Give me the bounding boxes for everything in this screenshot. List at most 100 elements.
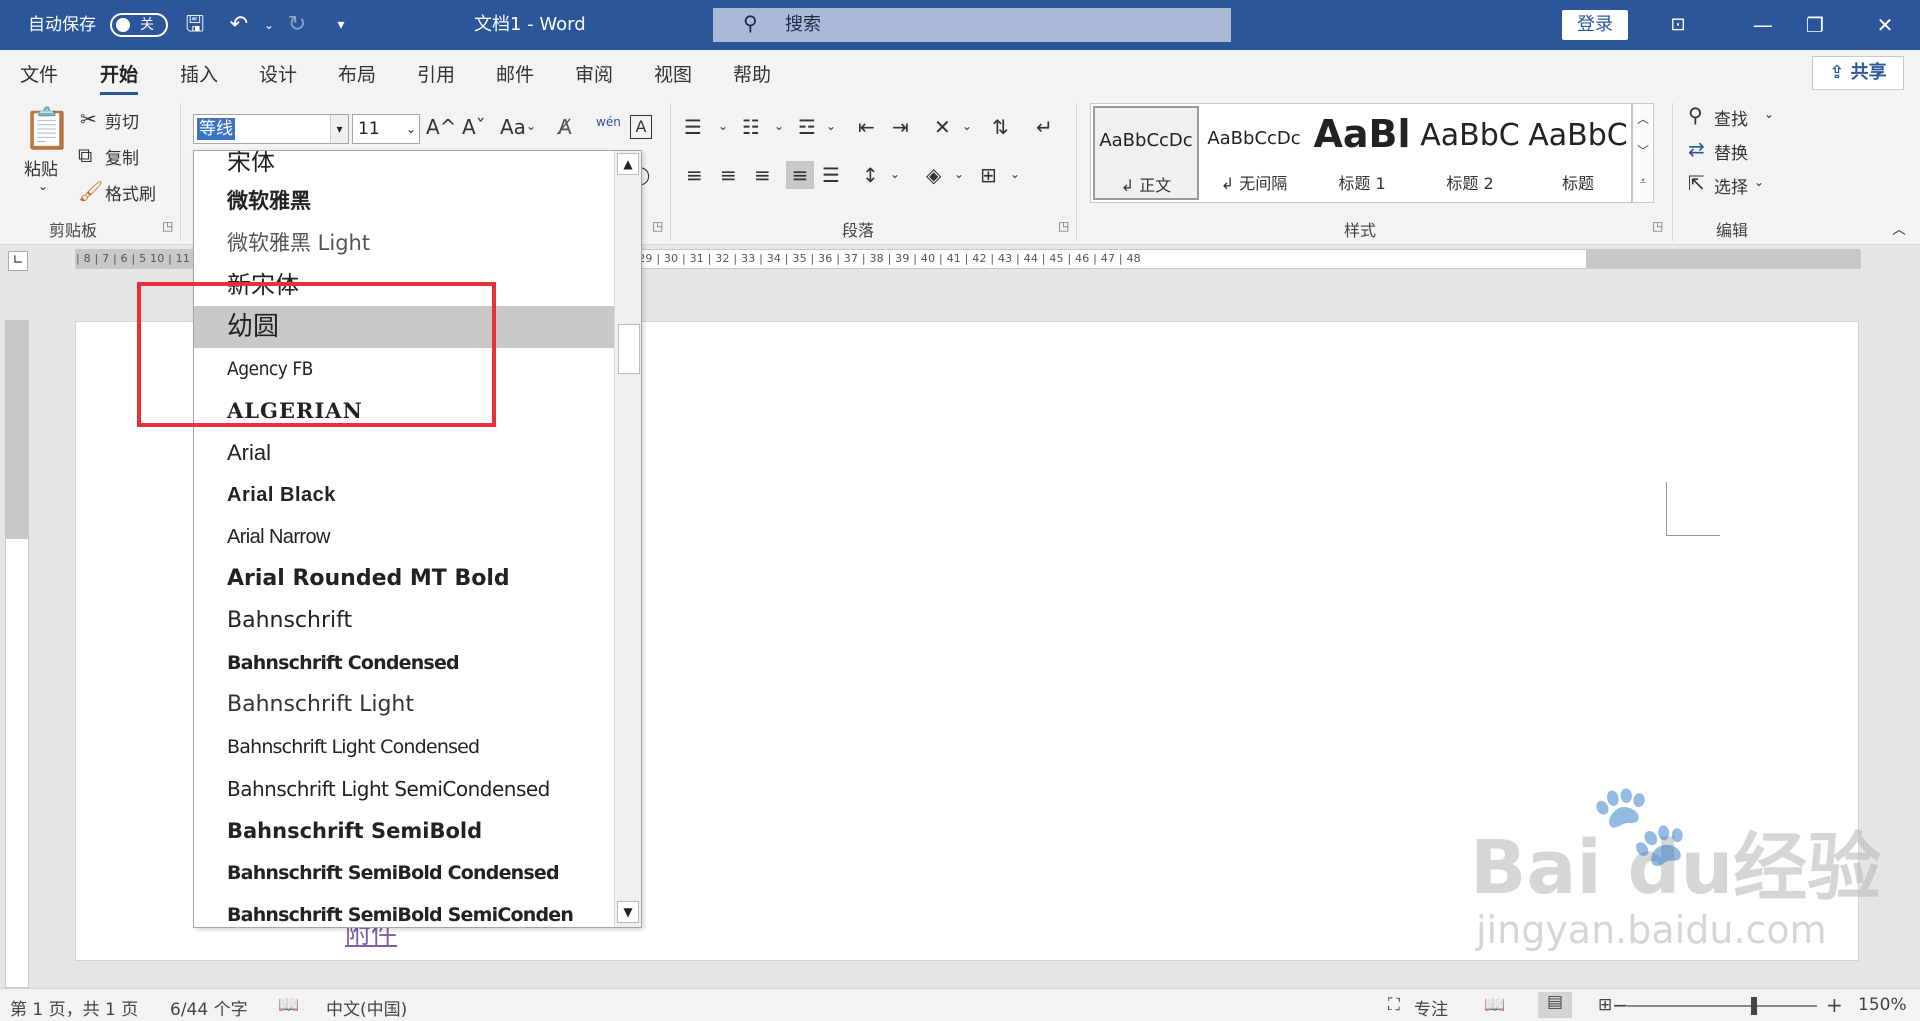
- read-mode-icon[interactable]: 📖: [1484, 995, 1505, 1015]
- tab-file[interactable]: 文件: [20, 60, 58, 87]
- redo-icon[interactable]: ↻: [284, 12, 310, 38]
- multilevel-list-icon[interactable]: ☲: [798, 115, 816, 139]
- share-button[interactable]: ⇪ 共享: [1812, 56, 1904, 90]
- focus-icon[interactable]: ⛶: [1388, 995, 1400, 1015]
- increase-indent-icon[interactable]: ⇥: [892, 115, 909, 139]
- page-count[interactable]: 第 1 页，共 1 页: [10, 995, 138, 1020]
- tab-view[interactable]: 视图: [654, 60, 692, 87]
- character-border-icon[interactable]: A: [630, 115, 652, 139]
- zoom-slider-thumb[interactable]: [1751, 997, 1757, 1015]
- font-option[interactable]: Bahnschrift SemiBold Condensed: [194, 852, 614, 894]
- font-option[interactable]: Bahnschrift Light Condensed: [194, 726, 614, 768]
- collapse-ribbon-icon[interactable]: ︿: [1892, 219, 1906, 239]
- zoom-level[interactable]: 150%: [1858, 995, 1907, 1015]
- chevron-down-icon[interactable]: ⌄: [1754, 175, 1764, 189]
- show-marks-icon[interactable]: ↵: [1036, 115, 1053, 139]
- chevron-down-icon[interactable]: ⌄: [406, 115, 416, 143]
- font-option[interactable]: Bahnschrift SemiBold: [194, 810, 614, 852]
- font-option[interactable]: Bahnschrift Condensed: [194, 642, 614, 684]
- align-right-icon[interactable]: ≡: [754, 163, 771, 187]
- style-heading-1[interactable]: AaBl 标题 1: [1309, 106, 1415, 200]
- shrink-font-icon[interactable]: Aˇ: [462, 115, 486, 139]
- cut-icon[interactable]: ✂: [80, 107, 97, 131]
- phonetic-guide-icon[interactable]: wén: [596, 115, 621, 129]
- shading-icon[interactable]: ◈: [926, 163, 941, 187]
- paste-dropdown-icon[interactable]: ⌄: [38, 179, 48, 193]
- chevron-down-icon[interactable]: ▾: [330, 115, 348, 143]
- undo-dropdown-icon[interactable]: ⌄: [256, 12, 282, 38]
- tab-design[interactable]: 设计: [259, 60, 297, 87]
- font-option[interactable]: 微软雅黑: [194, 180, 614, 222]
- focus-label[interactable]: 专注: [1414, 995, 1448, 1020]
- styles-launcher-icon[interactable]: ◳: [1652, 219, 1663, 233]
- cut-label[interactable]: 剪切: [105, 108, 139, 133]
- web-layout-icon[interactable]: ⊞: [1598, 995, 1612, 1015]
- line-spacing-icon[interactable]: ↕: [862, 163, 879, 187]
- numbering-icon[interactable]: ☷: [742, 115, 760, 139]
- word-count[interactable]: 6/44 个字: [170, 995, 248, 1020]
- proofing-icon[interactable]: 📖: [278, 995, 299, 1015]
- grow-font-icon[interactable]: A^: [426, 115, 456, 139]
- font-launcher-icon[interactable]: ◳: [652, 219, 663, 233]
- tab-help[interactable]: 帮助: [733, 60, 771, 87]
- align-left-icon[interactable]: ≡: [686, 163, 703, 187]
- align-center-icon[interactable]: ≡: [720, 163, 737, 187]
- chevron-up-icon[interactable]: ︿: [1633, 110, 1653, 127]
- decrease-indent-icon[interactable]: ⇤: [858, 115, 875, 139]
- scroll-down-icon[interactable]: ▼: [617, 901, 639, 923]
- autosave-toggle[interactable]: 关: [110, 13, 168, 37]
- format-painter-label[interactable]: 格式刷: [105, 180, 156, 205]
- font-option[interactable]: 微软雅黑 Light: [194, 222, 614, 264]
- close-icon[interactable]: ✕: [1860, 0, 1910, 50]
- font-option[interactable]: 宋体: [194, 151, 614, 183]
- justify-icon[interactable]: ≡: [786, 161, 814, 189]
- tab-references[interactable]: 引用: [417, 60, 455, 87]
- borders-icon[interactable]: ⊞: [980, 163, 997, 187]
- search-box[interactable]: ⚲ 搜索: [713, 8, 1231, 42]
- find-label[interactable]: 查找: [1714, 105, 1748, 130]
- chevron-down-icon[interactable]: ⌄: [826, 119, 836, 133]
- style-title[interactable]: AaBbC 标题: [1525, 106, 1631, 200]
- paste-label[interactable]: 粘贴: [24, 155, 58, 180]
- chevron-down-icon[interactable]: ﹀: [1633, 142, 1653, 159]
- font-name-combobox[interactable]: 等线 ▾: [193, 114, 349, 144]
- chevron-down-icon[interactable]: ⌄: [1764, 107, 1774, 121]
- style-no-spacing[interactable]: AaBbCcDc ↲ 无间隔: [1201, 106, 1307, 200]
- style-normal[interactable]: AaBbCcDc ↲ 正文: [1093, 106, 1199, 200]
- paragraph-launcher-icon[interactable]: ◳: [1058, 219, 1069, 233]
- clipboard-launcher-icon[interactable]: ◳: [162, 219, 173, 233]
- chevron-down-icon[interactable]: ⌄: [1010, 167, 1020, 181]
- restore-icon[interactable]: ❐: [1790, 0, 1840, 50]
- chevron-down-icon[interactable]: ⌄: [526, 119, 536, 133]
- zoom-in-icon[interactable]: +: [1826, 993, 1843, 1017]
- replace-label[interactable]: 替换: [1714, 139, 1748, 164]
- chevron-down-icon[interactable]: ⌄: [890, 167, 900, 181]
- select-label[interactable]: 选择: [1714, 173, 1748, 198]
- font-option[interactable]: Arial Rounded MT Bold: [194, 558, 614, 600]
- print-layout-icon[interactable]: ▤: [1538, 992, 1572, 1018]
- style-gallery-scroller[interactable]: ︿ ﹀ ⩡: [1632, 103, 1654, 203]
- minimize-icon[interactable]: —: [1738, 0, 1788, 50]
- sort-icon[interactable]: ⇅: [992, 115, 1009, 139]
- language-indicator[interactable]: 中文(中国): [326, 995, 407, 1020]
- chinese-layout-icon[interactable]: ✕: [934, 115, 951, 139]
- login-button[interactable]: 登录: [1562, 10, 1628, 40]
- undo-icon[interactable]: ↶: [226, 12, 252, 38]
- copy-icon[interactable]: ⧉: [78, 143, 92, 167]
- replace-icon[interactable]: ⇄: [1688, 137, 1705, 161]
- chevron-down-icon[interactable]: ⌄: [774, 119, 784, 133]
- style-heading-2[interactable]: AaBbC 标题 2: [1417, 106, 1523, 200]
- font-size-combobox[interactable]: 11 ⌄: [352, 114, 420, 144]
- font-option[interactable]: Bahnschrift Light: [194, 684, 614, 726]
- tab-home[interactable]: 开始: [100, 60, 139, 95]
- font-list-scrollbar[interactable]: ▲ ▼: [614, 151, 641, 927]
- tab-review[interactable]: 审阅: [575, 60, 613, 87]
- ribbon-display-options-icon[interactable]: ⊡: [1653, 0, 1703, 50]
- tab-mailings[interactable]: 邮件: [496, 60, 534, 87]
- paste-icon[interactable]: 📋: [22, 105, 72, 152]
- tab-insert[interactable]: 插入: [180, 60, 218, 87]
- font-option[interactable]: Bahnschrift SemiBold SemiConden: [194, 894, 614, 927]
- select-icon[interactable]: ⇱: [1688, 171, 1705, 195]
- clear-formatting-icon[interactable]: A̸: [558, 115, 572, 139]
- tab-selector-icon[interactable]: ∟: [8, 251, 28, 271]
